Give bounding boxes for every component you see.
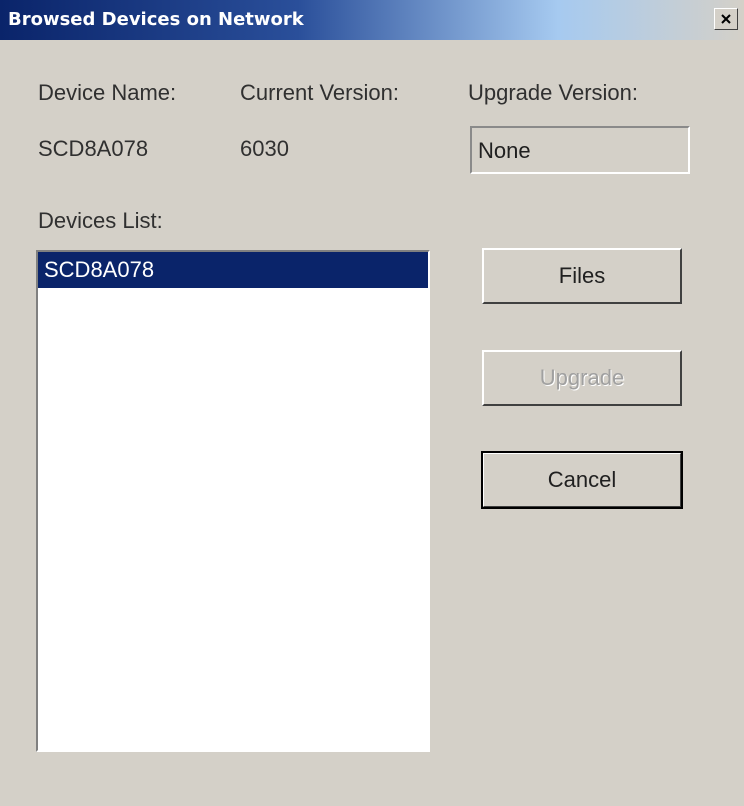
close-icon: [721, 14, 731, 24]
device-name-label: Device Name:: [38, 80, 177, 105]
cancel-button[interactable]: Cancel: [481, 451, 683, 509]
files-button[interactable]: Files: [482, 248, 682, 304]
title-bar[interactable]: Browsed Devices on Network: [0, 0, 744, 40]
upgrade-button[interactable]: Upgrade: [482, 350, 682, 406]
upgrade-version-label: Upgrade Version:: [468, 80, 638, 105]
browsed-devices-window: Browsed Devices on Network Device Name: …: [0, 0, 744, 806]
close-button[interactable]: [714, 8, 738, 30]
device-name-value: SCD8A078: [38, 136, 149, 161]
window-title: Browsed Devices on Network: [8, 9, 304, 30]
devices-listbox[interactable]: SCD8A078: [36, 250, 430, 752]
list-item[interactable]: SCD8A078: [38, 252, 428, 288]
current-version-value: 6030: [240, 136, 289, 161]
upgrade-version-field: None: [470, 126, 690, 174]
devices-list-label: Devices List:: [38, 208, 163, 233]
current-version-label: Current Version:: [240, 80, 399, 105]
